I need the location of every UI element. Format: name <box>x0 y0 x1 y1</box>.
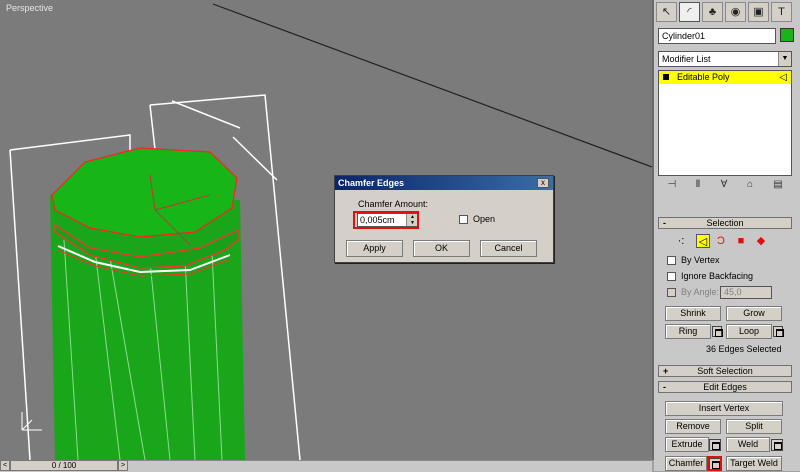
stack-toolbar: ⊣ Ⅱ ∀ ⌂ ▤ <box>658 178 792 194</box>
angle-input[interactable]: 45,0 <box>720 286 772 299</box>
by-angle-label: By Angle: <box>681 287 720 297</box>
ignore-backfacing-checkbox[interactable] <box>667 272 676 281</box>
remove-button[interactable]: Remove <box>665 419 721 434</box>
edge-level-icon[interactable]: ◁ <box>696 234 710 248</box>
modify-tab-icon[interactable]: ◜ <box>679 2 700 22</box>
viewport-label[interactable]: Perspective <box>6 3 53 13</box>
viewport-perspective[interactable]: Perspective <box>0 0 654 460</box>
loop-button[interactable]: Loop <box>726 324 772 339</box>
split-button[interactable]: Split <box>726 419 782 434</box>
soft-selection-title: Soft Selection <box>697 366 753 376</box>
by-angle-checkbox[interactable] <box>667 288 676 297</box>
ring-spinner[interactable] <box>712 326 723 337</box>
display-tab-icon[interactable]: ▣ <box>748 2 769 22</box>
extrude-settings-icon[interactable] <box>709 439 721 451</box>
remove-modifier-icon[interactable]: ⌂ <box>742 178 758 192</box>
chamfer-amount-highlight <box>353 211 419 229</box>
object-color-swatch[interactable] <box>780 28 794 42</box>
target-weld-button[interactable]: Target Weld <box>726 456 782 471</box>
element-level-icon[interactable]: ◆ <box>754 234 768 248</box>
selection-rollout-title: Selection <box>706 218 744 228</box>
utilities-tab-icon[interactable]: T <box>771 2 792 22</box>
by-vertex-checkbox[interactable] <box>667 256 676 265</box>
time-next-button[interactable]: > <box>118 460 128 471</box>
stack-item-editable-poly[interactable]: Editable Poly ◁ <box>659 71 791 84</box>
modifier-list-label: Modifier List <box>662 54 711 64</box>
ring-button[interactable]: Ring <box>665 324 711 339</box>
soft-selection-rollout-header[interactable]: + Soft Selection <box>658 365 792 377</box>
ignore-backfacing-label: Ignore Backfacing <box>681 271 754 281</box>
shrink-button[interactable]: Shrink <box>665 306 721 321</box>
loop-spinner[interactable] <box>773 326 784 337</box>
weld-settings-icon[interactable] <box>771 439 783 451</box>
viewport-scene <box>9 3 652 460</box>
dialog-title-bar[interactable]: Chamfer Edges <box>335 176 553 190</box>
make-unique-icon[interactable]: ∀ <box>716 178 732 192</box>
object-name-input[interactable]: Cylinder01 <box>658 28 776 44</box>
create-tab-icon[interactable]: ↖ <box>656 2 677 22</box>
chamfer-settings-highlight <box>707 456 722 471</box>
show-end-result-icon[interactable]: Ⅱ <box>690 178 706 192</box>
chamfer-amount-label: Chamfer Amount: <box>358 199 429 209</box>
cancel-button[interactable]: Cancel <box>480 240 537 257</box>
stack-item-label: Editable Poly <box>677 72 730 82</box>
selection-status: 36 Edges Selected <box>706 344 782 354</box>
apply-button[interactable]: Apply <box>346 240 403 257</box>
edge-subobject-icon: ◁ <box>779 72 787 83</box>
command-panel-tabs: ↖ ◜ ♣ ◉ ▣ T <box>654 0 800 24</box>
open-checkbox[interactable] <box>459 215 468 224</box>
extrude-button[interactable]: Extrude <box>665 437 709 452</box>
close-icon[interactable]: x <box>537 178 549 188</box>
edit-edges-title: Edit Edges <box>703 382 747 392</box>
expand-icon[interactable] <box>663 74 669 80</box>
pin-stack-icon[interactable]: ⊣ <box>664 178 680 192</box>
modifier-list-dropdown[interactable]: Modifier List ▼ <box>658 51 792 67</box>
selection-rollout-header[interactable]: - Selection <box>658 217 792 229</box>
hierarchy-tab-icon[interactable]: ♣ <box>702 2 723 22</box>
weld-button[interactable]: Weld <box>726 437 770 452</box>
configure-sets-icon[interactable]: ▤ <box>770 178 786 192</box>
time-prev-button[interactable]: < <box>0 460 10 471</box>
polygon-level-icon[interactable]: ■ <box>734 234 748 248</box>
modifier-stack[interactable] <box>658 70 792 176</box>
edit-edges-rollout-header[interactable]: - Edit Edges <box>658 381 792 393</box>
border-level-icon[interactable]: Ɔ <box>714 234 728 248</box>
grow-button[interactable]: Grow <box>726 306 782 321</box>
ok-button[interactable]: OK <box>413 240 470 257</box>
chamfer-button[interactable]: Chamfer <box>665 456 707 471</box>
motion-tab-icon[interactable]: ◉ <box>725 2 746 22</box>
by-vertex-label: By Vertex <box>681 255 720 265</box>
vertex-level-icon[interactable]: ·: <box>674 234 688 248</box>
time-slider-handle[interactable]: 0 / 100 <box>10 460 118 471</box>
chevron-down-icon: ▼ <box>778 52 791 66</box>
open-label: Open <box>473 214 496 224</box>
insert-vertex-button[interactable]: Insert Vertex <box>665 401 783 416</box>
